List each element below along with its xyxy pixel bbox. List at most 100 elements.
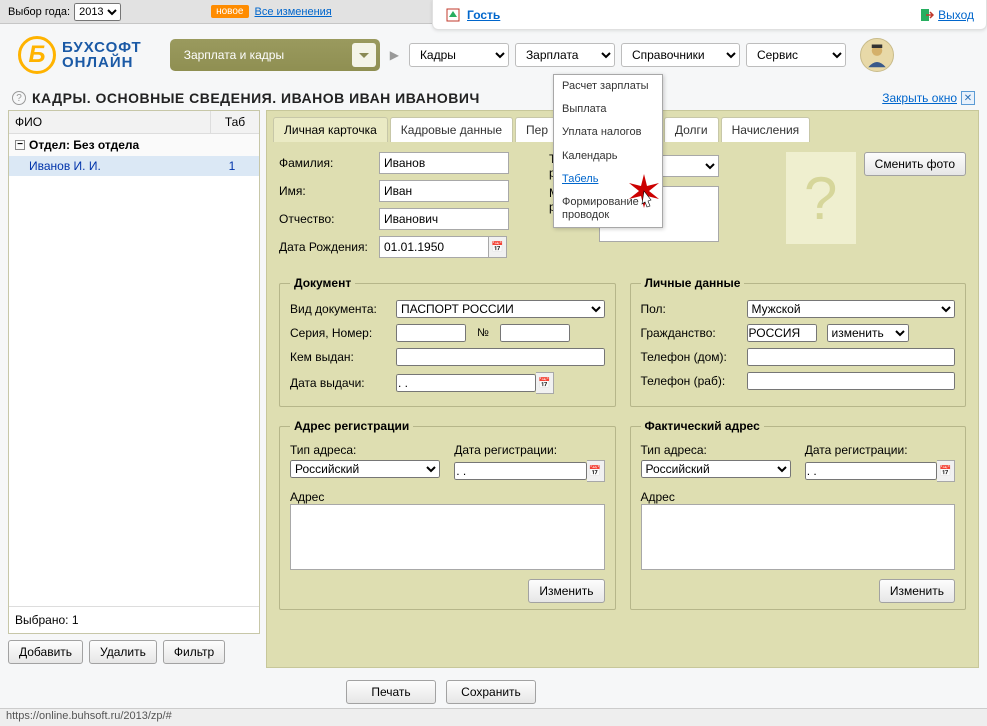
doctype-select[interactable]: ПАСПОРТ РОССИИ [396, 300, 605, 318]
citizen-input[interactable] [747, 324, 817, 342]
regaddr-fieldset: Адрес регистрации Тип адреса: Российский… [279, 419, 616, 610]
series-input[interactable] [396, 324, 466, 342]
nav-selects: Кадры Зарплата Справочники Сервис [409, 43, 846, 67]
sidebar: ФИО Таб − Отдел: Без отдела Иванов И. И.… [8, 110, 260, 634]
factaddr-date-label: Дата регистрации: [805, 443, 955, 457]
logo-text: БУХСОФТ ОНЛАЙН [62, 40, 142, 70]
close-window-link[interactable]: Закрыть окно [882, 91, 957, 105]
docnumber-input[interactable] [500, 324, 570, 342]
close-icon[interactable]: ✕ [961, 91, 975, 105]
document-fieldset: Документ Вид документа:ПАСПОРТ РОССИИ Се… [279, 276, 616, 407]
year-label: Выбор года: [8, 6, 70, 18]
issued-label: Кем выдан: [290, 350, 390, 364]
change-photo-button[interactable]: Сменить фото [864, 152, 966, 176]
patronymic-label: Отчество: [279, 212, 379, 226]
doctype-label: Вид документа: [290, 302, 390, 316]
status-bar: https://online.buhsoft.ru/2013/zp/# [0, 708, 987, 726]
menu-tabel[interactable]: Табель [554, 168, 662, 191]
print-button[interactable]: Печать [346, 680, 436, 704]
sex-label: Пол: [641, 302, 741, 316]
regaddr-date-input[interactable] [454, 462, 586, 480]
phonehome-input[interactable] [747, 348, 956, 366]
sidebar-group[interactable]: − Отдел: Без отдела [9, 134, 259, 156]
logout-link[interactable]: Выход [938, 8, 974, 22]
help-icon[interactable]: ? [12, 91, 26, 105]
personal-legend: Личные данные [641, 276, 745, 290]
nav-service-select[interactable]: Сервис [746, 43, 846, 67]
factaddr-textarea[interactable] [641, 504, 956, 570]
tab-accruals[interactable]: Начисления [721, 117, 811, 142]
calendar-icon[interactable]: 📅 [489, 236, 507, 258]
col-tab[interactable]: Таб [211, 111, 259, 133]
citizen-label: Гражданство: [641, 326, 741, 340]
factaddr-type-select[interactable]: Российский [641, 460, 791, 478]
guest-icon [445, 7, 461, 23]
logo-line1: БУХСОФТ [62, 40, 142, 55]
calendar-icon[interactable]: 📅 [937, 460, 955, 482]
calendar-icon[interactable]: 📅 [587, 460, 605, 482]
factaddr-fieldset: Фактический адрес Тип адреса: Российский… [630, 419, 967, 610]
guest-link[interactable]: Гость [467, 8, 500, 22]
year-select[interactable]: 2013 [74, 3, 121, 21]
menu-uplata[interactable]: Уплата налогов [554, 121, 662, 144]
sidebar-header: ФИО Таб [9, 111, 259, 134]
save-button[interactable]: Сохранить [446, 680, 536, 704]
regaddr-change-button[interactable]: Изменить [528, 579, 604, 603]
sex-select[interactable]: Мужской [747, 300, 956, 318]
firstname-label: Имя: [279, 184, 379, 198]
factaddr-type-label: Тип адреса: [641, 443, 791, 457]
content-bottom-buttons: Печать Сохранить [346, 680, 536, 704]
nav-zarplata-select[interactable]: Зарплата [515, 43, 615, 67]
tab-debts[interactable]: Долги [664, 117, 719, 142]
birthdate-input[interactable] [379, 236, 489, 258]
logout-icon [920, 8, 934, 22]
delete-button[interactable]: Удалить [89, 640, 157, 664]
menu-kalendar[interactable]: Календарь [554, 145, 662, 168]
col-fio[interactable]: ФИО [9, 111, 211, 133]
nav-spravochniki-select[interactable]: Справочники [621, 43, 740, 67]
photo-placeholder: ? [786, 152, 856, 244]
menu-raschet[interactable]: Расчет зарплаты [554, 75, 662, 98]
chevron-down-icon[interactable] [352, 43, 376, 67]
number-symbol: № [472, 327, 494, 339]
regaddr-legend: Адрес регистрации [290, 419, 413, 433]
list-item[interactable]: Иванов И. И. 1 [9, 156, 259, 176]
document-legend: Документ [290, 276, 355, 290]
phonework-input[interactable] [747, 372, 956, 390]
collapse-icon[interactable]: − [15, 140, 25, 150]
filter-button[interactable]: Фильтр [163, 640, 225, 664]
avatar[interactable] [860, 38, 894, 72]
add-button[interactable]: Добавить [8, 640, 83, 664]
tab-kadr-data[interactable]: Кадровые данные [390, 117, 513, 142]
logo-line2: ОНЛАЙН [62, 55, 142, 70]
badge-new: новое [211, 5, 248, 18]
firstname-input[interactable] [379, 180, 509, 202]
issuedate-input[interactable] [396, 374, 536, 392]
sidebar-wrap: ФИО Таб − Отдел: Без отдела Иванов И. И.… [8, 110, 260, 668]
module-dropdown[interactable]: Зарплата и кадры [170, 39, 380, 71]
sidebar-buttons: Добавить Удалить Фильтр [8, 634, 260, 664]
citizen-change-select[interactable]: изменить [827, 324, 909, 342]
factaddr-date-input[interactable] [805, 462, 937, 480]
patronymic-input[interactable] [379, 208, 509, 230]
menu-provodki[interactable]: Формирование проводок [554, 191, 662, 227]
lastname-label: Фамилия: [279, 156, 379, 170]
header-row: БУХСОФТ ОНЛАЙН Зарплата и кадры ▶ Кадры … [0, 24, 987, 86]
regaddr-addr-label: Адрес [290, 490, 605, 504]
factaddr-change-button[interactable]: Изменить [879, 579, 955, 603]
nav-kadry-select[interactable]: Кадры [409, 43, 509, 67]
all-changes-link[interactable]: Все изменения [255, 6, 332, 18]
regaddr-textarea[interactable] [290, 504, 605, 570]
zarplata-dropdown-menu: Расчет зарплаты Выплата Уплата налогов К… [553, 74, 663, 228]
regaddr-type-label: Тип адреса: [290, 443, 440, 457]
issued-input[interactable] [396, 348, 605, 366]
menu-vyplata[interactable]: Выплата [554, 98, 662, 121]
tab-personal-card[interactable]: Личная карточка [273, 117, 388, 142]
list-item-name: Иванов И. И. [15, 159, 211, 173]
calendar-icon[interactable]: 📅 [536, 372, 554, 394]
sidebar-group-label: Отдел: Без отдела [29, 138, 139, 152]
regaddr-type-select[interactable]: Российский [290, 460, 440, 478]
regaddr-date-label: Дата регистрации: [454, 443, 604, 457]
personal-fieldset: Личные данные Пол: Мужской Гражданство: из… [630, 276, 967, 407]
lastname-input[interactable] [379, 152, 509, 174]
